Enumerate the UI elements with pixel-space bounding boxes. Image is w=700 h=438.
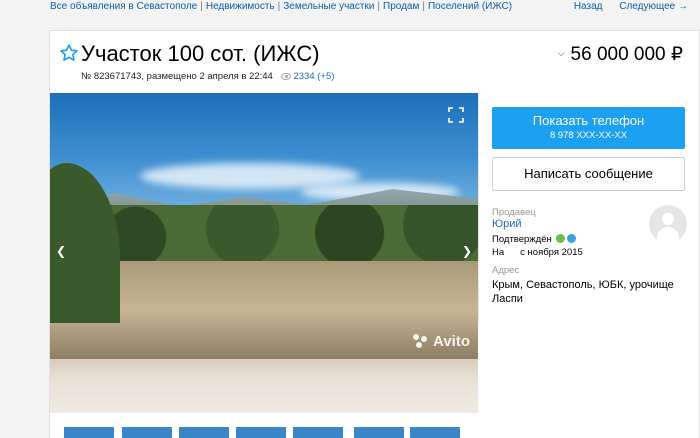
phone-number-masked: 8 978 XXX-XX-XX [549, 130, 628, 141]
breadcrumb-separator: | [377, 1, 380, 12]
listing-header: Участок 100 сот. (ИЖС) № 823671743, разм… [50, 31, 700, 93]
avito-logo-icon [413, 334, 429, 348]
breadcrumb-item[interactable]: Все объявления в Севастополе [50, 1, 197, 12]
avatar[interactable] [649, 205, 687, 243]
address-label: Адрес [492, 265, 520, 276]
thumbnail[interactable] [293, 427, 343, 438]
phone-verified-icon [556, 234, 566, 243]
star-icon[interactable] [59, 43, 79, 63]
thumbnail[interactable] [122, 427, 172, 438]
fullscreen-icon[interactable] [448, 107, 464, 123]
breadcrumb-bar: Все объявления в Севастополе | Недвижимост… [0, 0, 700, 14]
breadcrumb-item[interactable]: Земельные участки [283, 1, 374, 12]
photo-blur-strip [50, 359, 478, 413]
thumbnail[interactable] [64, 427, 114, 438]
breadcrumb-separator: | [422, 1, 425, 12]
show-phone-button[interactable]: Показать телефон 8 978 XXX-XX-XX [492, 107, 685, 149]
breadcrumb: Все объявления в Севастополе | Недвижимост… [50, 1, 512, 13]
main-photo[interactable]: ❮ ❯ Avito [50, 93, 478, 359]
breadcrumb-item[interactable]: Поселений (ИЖС) [428, 1, 512, 12]
next-link[interactable]: Следующее → [619, 1, 688, 12]
thumbnail[interactable] [410, 427, 460, 438]
thumbnail[interactable] [236, 427, 286, 438]
watermark-text: Avito [433, 333, 470, 350]
next-photo-arrow-icon[interactable]: ❯ [462, 245, 472, 257]
eye-icon [281, 73, 292, 80]
chevron-down-icon[interactable]: ⌵ [558, 48, 565, 59]
show-phone-label: Показать телефон [532, 113, 645, 128]
since-date: с ноября 2015 [520, 247, 583, 258]
thumbnail[interactable] [354, 427, 404, 438]
seller-label: Продавец [492, 207, 536, 218]
avatar-body-icon [657, 227, 679, 243]
prev-photo-arrow-icon[interactable]: ❮ [56, 245, 66, 257]
photo-gallery: ❮ ❯ Avito [50, 93, 478, 413]
address-value: Крым, Севастополь, ЮБК, урочище Ласпи [492, 279, 674, 305]
price: 56 000 000 ₽ [570, 44, 683, 65]
page: Все объявления в Севастополе | Недвижимост… [0, 0, 700, 438]
views-value: 2334 (+5) [293, 71, 335, 82]
photo-watermark: Avito [413, 333, 470, 350]
seller-name-link[interactable]: Юрий [492, 218, 522, 230]
seller-since: На с ноября 2015 [492, 247, 583, 258]
since-prefix: На [492, 247, 505, 258]
listing-card: Участок 100 сот. (ИЖС) № 823671743, разм… [49, 30, 700, 438]
contact-panel: Показать телефон 8 978 XXX-XX-XX Написат… [478, 93, 700, 323]
breadcrumb-item[interactable]: Недвижимость [206, 1, 275, 12]
page-title: Участок 100 сот. (ИЖС) [81, 41, 320, 66]
listing-id-date: № 823671743, размещено 2 апреля в 22:44 [81, 71, 273, 82]
back-link[interactable]: Назад [574, 1, 603, 12]
confirmed-text: Подтверждён [492, 234, 552, 245]
listing-nav: Назад Следующее → [560, 1, 688, 13]
price-block: ⌵ 56 000 000 ₽ [558, 43, 683, 66]
thumbnail[interactable] [179, 427, 229, 438]
thumbnail-strip [64, 427, 484, 438]
email-verified-icon [567, 234, 577, 243]
listing-meta: № 823671743, размещено 2 апреля в 22:44 … [81, 71, 334, 82]
breadcrumb-separator: | [277, 1, 281, 12]
breadcrumb-item[interactable]: Продам [383, 1, 419, 12]
write-message-button[interactable]: Написать сообщение [492, 157, 685, 191]
avatar-head-icon [662, 213, 674, 225]
seller-confirmed: Подтверждён [492, 234, 577, 245]
breadcrumb-separator: | [200, 1, 203, 12]
views-count: 2334 (+5) [281, 71, 334, 82]
